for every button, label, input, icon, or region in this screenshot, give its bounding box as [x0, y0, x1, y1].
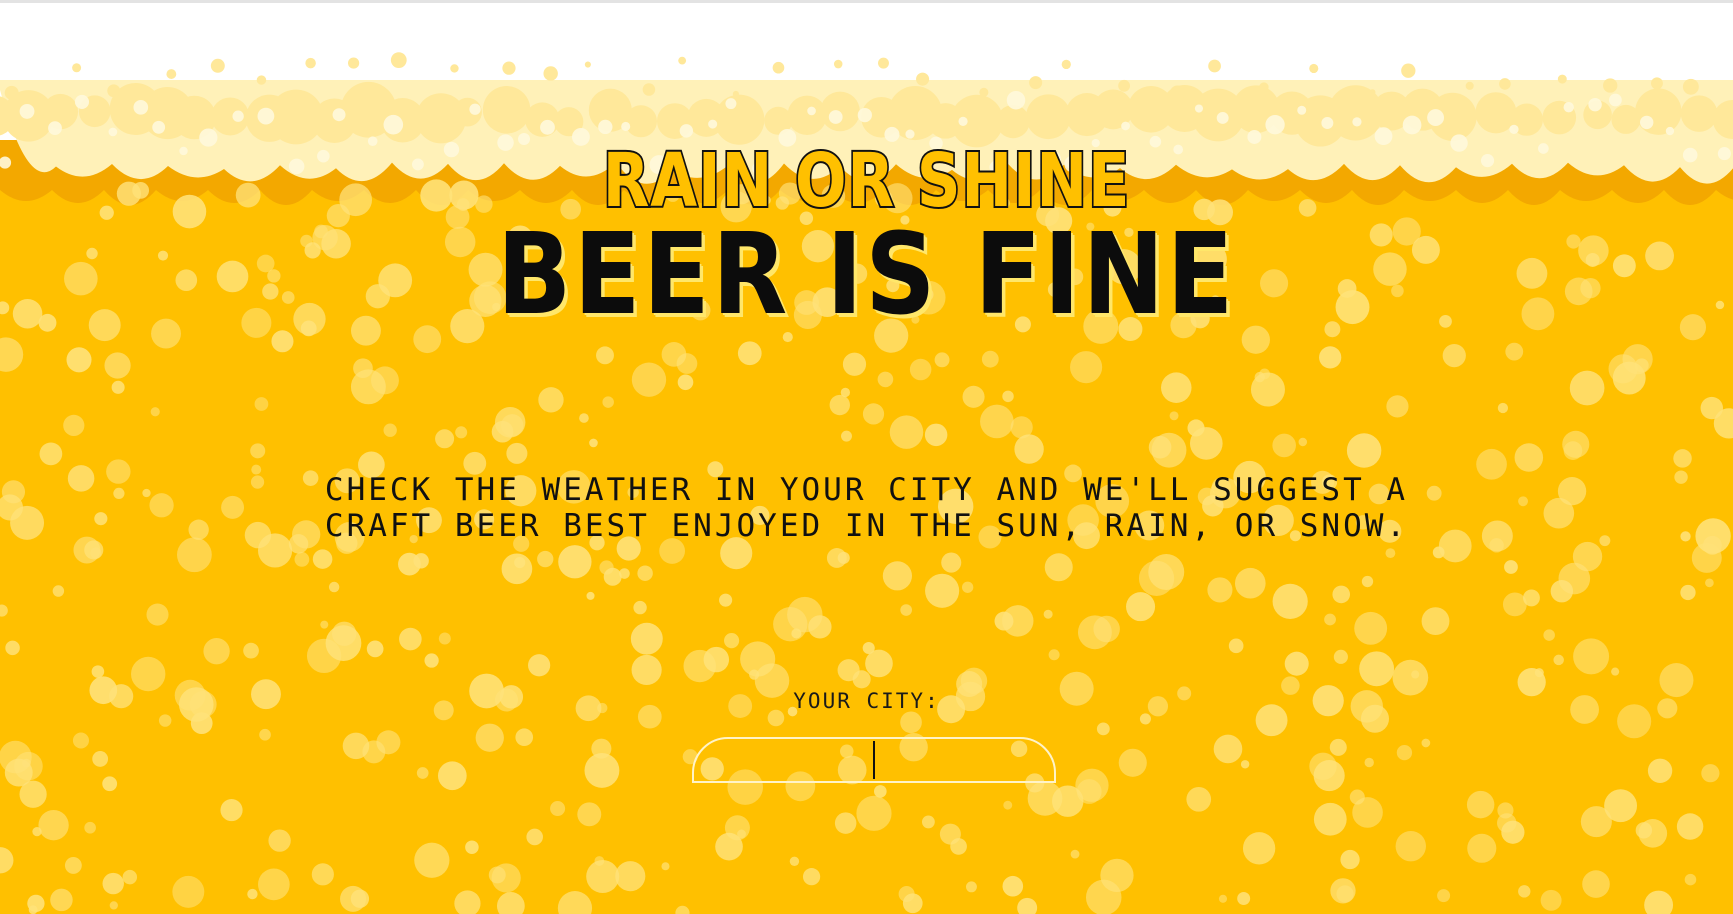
page: RAIN OR SHINE BEER IS FINE CHECK THE WEA…	[0, 0, 1733, 914]
text-caret	[873, 741, 875, 779]
hero-headline: RAIN OR SHINE BEER IS FINE	[0, 136, 1733, 340]
city-label: YOUR CITY:	[793, 689, 940, 713]
headline-beer-is-fine: BEER IS FINE	[497, 210, 1236, 340]
intro-tagline: CHECK THE WEATHER IN YOUR CITY AND WE'LL…	[324, 472, 1409, 544]
